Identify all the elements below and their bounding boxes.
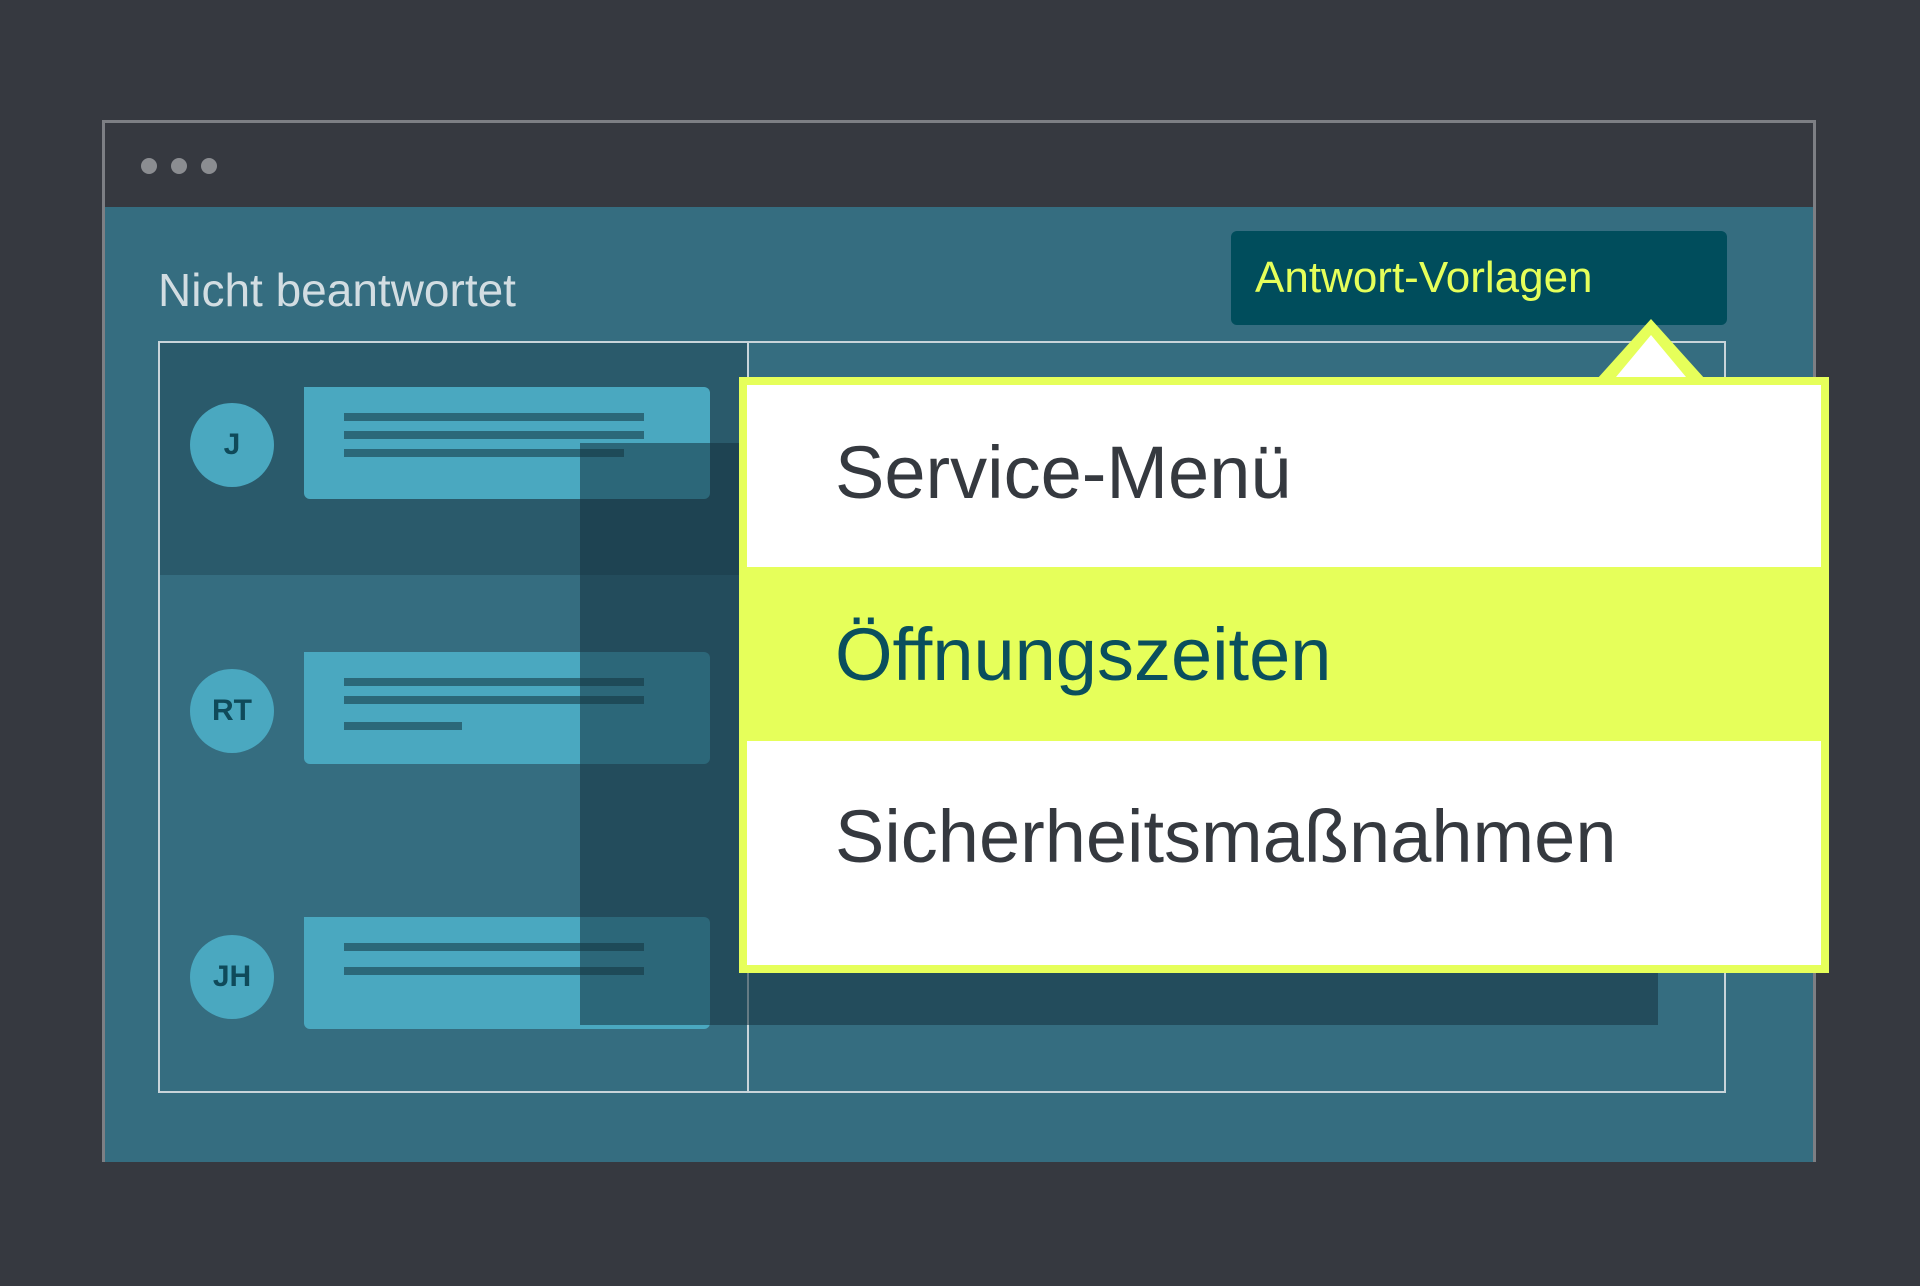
window-content: Nicht beantwortet J RT JH Antwort-Vorlag…	[105, 207, 1829, 1162]
window-dot-icon[interactable]	[201, 158, 217, 174]
menu-item-service-menu[interactable]: Service-Menü	[747, 385, 1821, 559]
avatar[interactable]: JH	[190, 935, 274, 1019]
popup-pointer-icon	[1597, 319, 1705, 383]
app-window: Nicht beantwortet J RT JH Antwort-Vorlag…	[102, 120, 1829, 1162]
section-title: Nicht beantwortet	[158, 264, 516, 316]
text-line	[344, 722, 462, 730]
avatar[interactable]: RT	[190, 669, 274, 753]
window-dot-icon[interactable]	[141, 158, 157, 174]
templates-popup: Service-Menü Öffnungszeiten Sicherheitsm…	[739, 377, 1829, 973]
text-line	[344, 413, 644, 421]
menu-item-opening-hours[interactable]: Öffnungszeiten	[747, 567, 1821, 741]
window-dot-icon[interactable]	[171, 158, 187, 174]
text-line	[344, 431, 644, 439]
templates-button[interactable]: Antwort-Vorlagen	[1231, 231, 1727, 325]
avatar[interactable]: J	[190, 403, 274, 487]
window-titlebar	[105, 123, 1813, 207]
menu-item-safety-measures[interactable]: Sicherheitsmaßnahmen	[747, 749, 1821, 923]
